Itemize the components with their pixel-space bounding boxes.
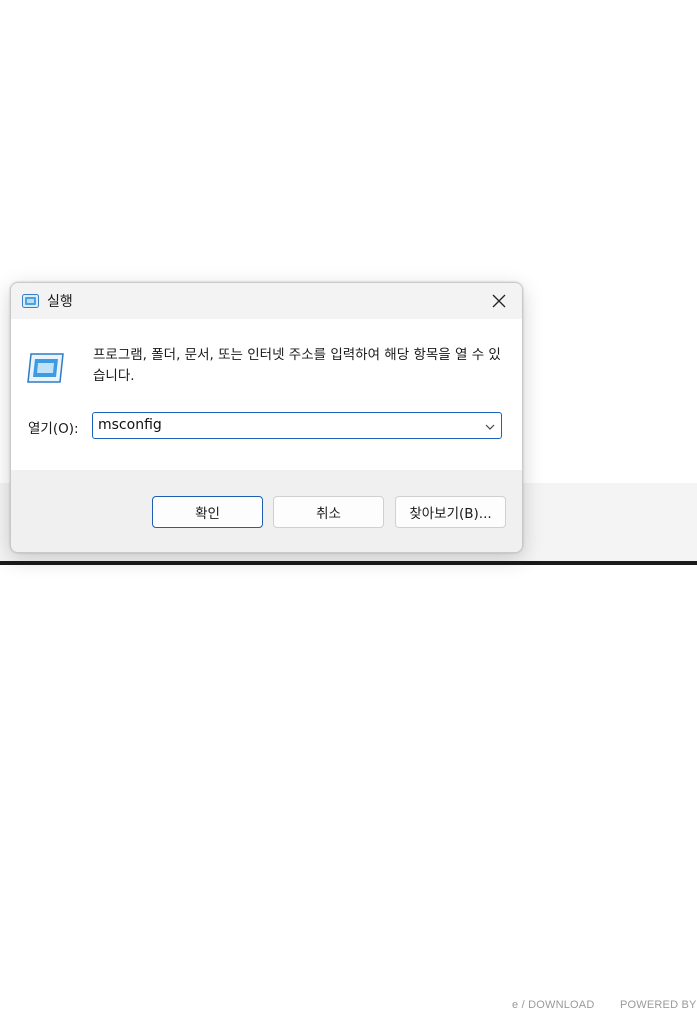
cancel-button[interactable]: 취소 [273,496,384,528]
run-icon [22,293,39,308]
run-large-icon [27,353,65,383]
open-input-value[interactable]: msconfig [98,417,162,433]
run-dialog: 실행 프로그램, 폴더, 문서, 또는 인터넷 주소를 입력하여 해당 항목을 … [10,282,523,553]
dialog-title: 실행 [47,294,73,310]
footer-download-link[interactable]: e / DOWNLOAD [512,999,594,1011]
title-bar[interactable]: 실행 [11,283,522,319]
taskbar-edge [0,561,697,565]
dialog-description: 프로그램, 폴더, 문서, 또는 인터넷 주소를 입력하여 해당 항목을 열 수… [93,347,501,384]
footer-powered-by: POWERED BY T [620,999,697,1011]
dialog-button-bar: 확인 취소 찾아보기(B)... [11,470,522,552]
open-label: 열기(O): [28,421,79,437]
dialog-content: 프로그램, 폴더, 문서, 또는 인터넷 주소를 입력하여 해당 항목을 열 수… [11,319,522,470]
close-button[interactable] [476,283,522,319]
browse-button[interactable]: 찾아보기(B)... [395,496,506,528]
open-combobox[interactable]: msconfig [92,412,502,439]
ok-button[interactable]: 확인 [152,496,263,528]
close-icon [492,294,506,308]
chevron-down-icon[interactable] [483,419,497,433]
